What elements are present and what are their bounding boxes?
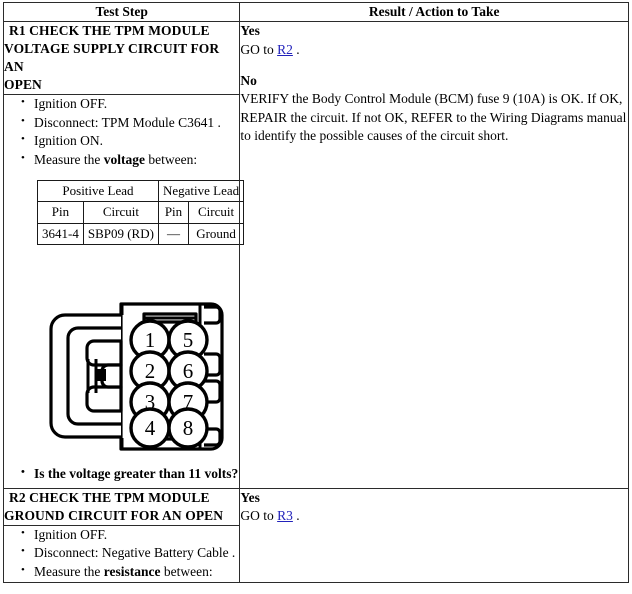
bullet-text: Measure the bbox=[34, 151, 104, 167]
diagnostic-procedure-page: Test Step Result / Action to Take R1 CHE… bbox=[0, 0, 632, 594]
bullet-text: Ignition OFF. bbox=[34, 96, 108, 112]
table-row: 3641-4 SBP09 (RD) — Ground bbox=[37, 222, 245, 246]
step-heading-row-r1: R1 CHECK THE TPM MODULE VOLTAGE SUPPLY C… bbox=[2, 21, 629, 489]
connector-key-bottom bbox=[85, 385, 123, 413]
bullet-text-tail: between: bbox=[144, 151, 198, 167]
bullet-text: Measure the bbox=[34, 563, 104, 579]
step-heading-line: GROUND CIRCUIT FOR AN OPEN bbox=[4, 507, 224, 523]
connector-svg: 1 2 3 4 5 6 7 8 bbox=[49, 302, 224, 451]
step-question-list-r1: Is the voltage greater than 11 volts? bbox=[4, 464, 239, 484]
result-yes-label: Yes bbox=[240, 489, 260, 505]
pin-label-7: 7 bbox=[183, 390, 194, 414]
lead-reference-table: Positive Lead Negative Lead Pin Circuit … bbox=[37, 179, 245, 246]
lead-col-pin-positive: Pin bbox=[37, 201, 84, 224]
bullet-text-emphasis: resistance bbox=[103, 563, 161, 579]
list-item: Measure the voltage between: bbox=[21, 150, 239, 170]
bullet-text: Ignition OFF. bbox=[34, 526, 108, 542]
result-cell-r1: Yes GO to R2 . No VERIFY the Body Contro… bbox=[239, 21, 629, 489]
step-heading-line: R2 CHECK THE TPM MODULE bbox=[9, 489, 210, 505]
result-no-label: No bbox=[240, 72, 257, 88]
step-body-r1: Ignition OFF. Disconnect: TPM Module C36… bbox=[2, 94, 245, 489]
result-yes-action: GO to R2 . bbox=[240, 41, 628, 59]
pin-label-8: 8 bbox=[183, 416, 194, 440]
pin-label-6: 6 bbox=[183, 359, 194, 383]
list-item: Ignition ON. bbox=[21, 131, 239, 151]
result-yes-action: GO to R3 . bbox=[240, 507, 628, 525]
step-question-wrap-r1: Is the voltage greater than 11 volts? bbox=[4, 464, 239, 484]
list-item: Is the voltage greater than 11 volts? bbox=[21, 464, 239, 484]
connector-key-top bbox=[85, 339, 123, 367]
list-item: Disconnect: TPM Module C3641 . bbox=[21, 113, 239, 133]
bullet-text: Disconnect: Negative Battery Cable . bbox=[34, 545, 236, 561]
step-heading-row-r2: R2 CHECK THE TPM MODULE GROUND CIRCUIT F… bbox=[2, 487, 629, 583]
pin-label-4: 4 bbox=[145, 416, 156, 440]
step-heading-r1: R1 CHECK THE TPM MODULE VOLTAGE SUPPLY C… bbox=[2, 21, 241, 96]
xref-link-r2[interactable]: R2 bbox=[277, 42, 293, 57]
list-item: Measure the resistance between: bbox=[21, 562, 239, 582]
list-item: Ignition OFF. bbox=[21, 525, 239, 545]
result-spacer bbox=[240, 59, 628, 72]
step-heading-line: VOLTAGE SUPPLY CIRCUIT FOR AN bbox=[4, 41, 220, 75]
lead-group-negative: Negative Lead bbox=[157, 179, 245, 203]
connector-rib-block bbox=[96, 369, 106, 382]
connector-latch-tab-1 bbox=[204, 305, 222, 325]
question-text: Is the voltage greater than 11 volts? bbox=[34, 466, 239, 482]
pin-label-1: 1 bbox=[145, 328, 156, 352]
connector-illustration: 1 2 3 4 5 6 7 8 bbox=[4, 301, 239, 451]
result-yes-action-suffix: . bbox=[292, 41, 300, 57]
result-yes-label: Yes bbox=[240, 23, 260, 39]
bullet-text: Disconnect: TPM Module C3641 . bbox=[34, 114, 221, 130]
lead-col-circuit-positive: Circuit bbox=[82, 201, 159, 224]
table-header-row: Test Step Result / Action to Take bbox=[2, 1, 629, 23]
lead-col-pin-negative: Pin bbox=[157, 201, 190, 224]
lead-group-header-row: Positive Lead Negative Lead bbox=[37, 179, 245, 203]
step-heading-line: OPEN bbox=[4, 77, 42, 93]
bullet-text-tail: between: bbox=[160, 563, 213, 579]
pin-label-5: 5 bbox=[183, 328, 194, 352]
lead-value-pin-positive: 3641-4 bbox=[37, 222, 84, 246]
step-bullet-list-r1: Ignition OFF. Disconnect: TPM Module C36… bbox=[4, 94, 239, 170]
lead-group-positive: Positive Lead bbox=[37, 179, 159, 203]
result-no-action: VERIFY the Body Control Module (BCM) fus… bbox=[240, 91, 627, 144]
lead-col-circuit-negative: Circuit bbox=[188, 201, 245, 224]
step-heading-line: R1 CHECK THE TPM MODULE bbox=[9, 23, 210, 39]
lead-value-circuit-negative: Ground bbox=[188, 222, 245, 246]
result-cell-r2: Yes GO to R3 . bbox=[239, 487, 629, 583]
bullet-text-emphasis: voltage bbox=[103, 151, 145, 167]
step-heading-r2: R2 CHECK THE TPM MODULE GROUND CIRCUIT F… bbox=[2, 487, 241, 526]
step-body-r2: Ignition OFF. Disconnect: Negative Batte… bbox=[2, 524, 241, 583]
result-yes-action-prefix: GO to bbox=[240, 508, 278, 524]
column-header-test-step: Test Step bbox=[2, 1, 241, 23]
list-item: Disconnect: Negative Battery Cable . bbox=[21, 543, 239, 563]
lead-value-circuit-positive: SBP09 (RD) bbox=[82, 222, 159, 246]
lead-column-header-row: Pin Circuit Pin Circuit bbox=[37, 201, 245, 224]
result-yes-action-suffix: . bbox=[292, 508, 300, 524]
pin-label-2: 2 bbox=[145, 359, 156, 383]
bullet-text: Ignition ON. bbox=[34, 133, 103, 149]
pin-label-3: 3 bbox=[145, 390, 156, 414]
result-yes-action-prefix: GO to bbox=[240, 41, 278, 57]
xref-link-r3[interactable]: R3 bbox=[277, 508, 293, 523]
list-item: Ignition OFF. bbox=[21, 94, 239, 114]
column-header-result-action: Result / Action to Take bbox=[239, 1, 629, 23]
lead-value-pin-negative: — bbox=[157, 222, 190, 246]
step-bullet-list-r2: Ignition OFF. Disconnect: Negative Batte… bbox=[4, 525, 239, 582]
diagnostic-table: Test Step Result / Action to Take R1 CHE… bbox=[2, 1, 629, 583]
